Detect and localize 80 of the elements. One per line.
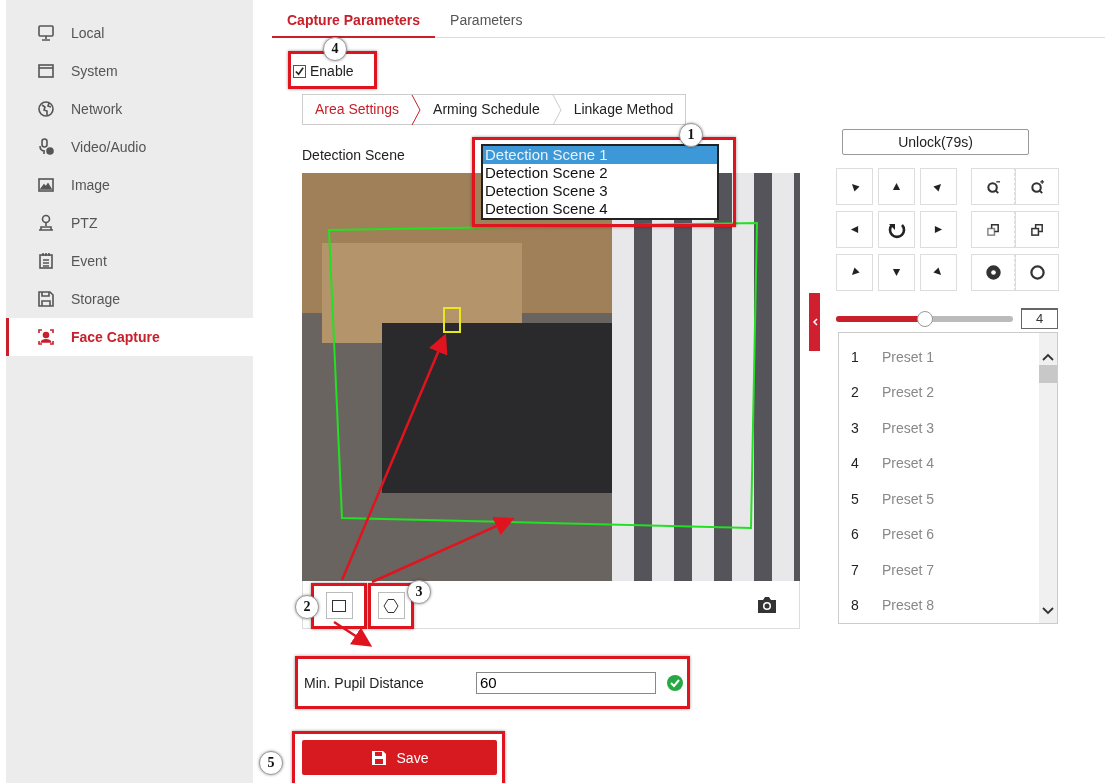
rectangle-icon (331, 597, 347, 614)
video-icon (37, 138, 55, 156)
face-icon (37, 328, 55, 346)
sidebar-item[interactable]: Storage (6, 280, 253, 318)
ptz-icon (37, 214, 55, 232)
focus-far-button[interactable] (1015, 211, 1059, 248)
scene-dropdown-list[interactable]: Detection Scene 1 Detection Scene 2 Detection Scene 3 Detection Scene 4 (481, 144, 719, 220)
slider-thumb[interactable] (916, 310, 933, 327)
field-label: Detection Scene (302, 147, 405, 163)
monitor-icon (37, 24, 55, 42)
globe-icon (37, 100, 55, 118)
callout-number: 3 (407, 579, 431, 604)
squares-icon (985, 222, 1001, 237)
sidebar-item[interactable]: System (6, 52, 253, 90)
ptz-button[interactable] (878, 211, 915, 248)
preset-item[interactable]: 8 Preset 8 (839, 587, 1039, 623)
sub-tab[interactable]: Area Settings (303, 96, 412, 123)
preset-item[interactable]: 7 Preset 7 (839, 552, 1039, 588)
draw-rectangle-button[interactable] (325, 592, 353, 619)
save-icon (370, 749, 387, 766)
tab[interactable]: Capture Parameters (272, 12, 436, 38)
triangle-icon (934, 225, 943, 234)
scrollbar-thumb[interactable] (1039, 365, 1057, 383)
sidebar-item[interactable]: Network (6, 90, 253, 128)
speed-value: 4 (1021, 308, 1058, 329)
draw-polygon-button[interactable] (377, 592, 405, 619)
image-icon (37, 176, 55, 194)
aperture-icon (1029, 265, 1045, 280)
face-marker-drawing (443, 307, 461, 333)
event-icon (37, 252, 55, 270)
chevron-separator-icon (411, 94, 422, 125)
enable-checkbox[interactable] (293, 64, 306, 78)
callout-number: 5 (259, 751, 283, 775)
iris-open-button[interactable] (1015, 254, 1059, 291)
chevron-left-icon (811, 318, 818, 326)
preset-item[interactable]: 3 Preset 3 (839, 410, 1039, 446)
polygon-icon (383, 597, 399, 614)
sidebar-item[interactable]: Event (6, 242, 253, 280)
magnifier-icon (985, 179, 1001, 194)
aperture-icon (985, 265, 1001, 280)
unlock-button[interactable]: Unlock(79s) (842, 129, 1029, 155)
sub-tab[interactable]: Arming Schedule (421, 96, 552, 123)
scrollbar[interactable] (1039, 333, 1057, 623)
callout-number: 2 (295, 594, 319, 619)
chevron-up-icon (1042, 353, 1054, 361)
window-icon (37, 62, 55, 80)
preset-item[interactable]: 1 Preset 1 (839, 339, 1039, 375)
sidebar-item[interactable]: Local (6, 14, 253, 52)
dropdown-option[interactable]: Detection Scene 4 (483, 200, 717, 218)
sidebar-item[interactable]: PTZ (6, 204, 253, 242)
triangle-icon (850, 225, 859, 234)
magnifier-icon (1029, 179, 1045, 194)
camera-icon[interactable] (757, 595, 777, 614)
triangle-icon (892, 268, 901, 277)
callout-number: 4 (323, 37, 347, 61)
field-label: Min. Pupil Distance (304, 674, 425, 691)
preset-item[interactable]: 5 Preset 5 (839, 481, 1039, 517)
speed-slider[interactable] (836, 310, 1014, 327)
input-field[interactable]: 60 (476, 671, 656, 694)
zoom-in-button[interactable] (1015, 168, 1059, 205)
dropdown-option[interactable]: Detection Scene 3 (483, 182, 717, 200)
tab[interactable]: Parameters (435, 12, 538, 38)
sidebar-item[interactable]: Video/Audio (6, 128, 253, 166)
sidebar-item[interactable]: Face Capture (6, 318, 253, 356)
save-button[interactable]: Save (302, 740, 497, 775)
storage-icon (37, 290, 55, 308)
chevron-down-icon (1042, 607, 1054, 615)
zoom-out-button[interactable] (971, 168, 1015, 205)
sidebar-item[interactable]: Image (6, 166, 253, 204)
preset-item[interactable]: 4 Preset 4 (839, 445, 1039, 481)
sub-tab[interactable]: Linkage Method (561, 96, 686, 123)
callout-number: 1 (679, 123, 703, 147)
dropdown-option[interactable]: Detection Scene 2 (483, 164, 717, 182)
triangle-icon (892, 182, 901, 191)
preset-item[interactable]: 2 Preset 2 (839, 374, 1039, 410)
enable-label: Enable (310, 63, 354, 79)
squares-icon (1029, 222, 1045, 237)
collapse-tab[interactable] (809, 293, 820, 351)
iris-close-button[interactable] (971, 254, 1015, 291)
preset-item[interactable]: 6 Preset 6 (839, 516, 1039, 552)
